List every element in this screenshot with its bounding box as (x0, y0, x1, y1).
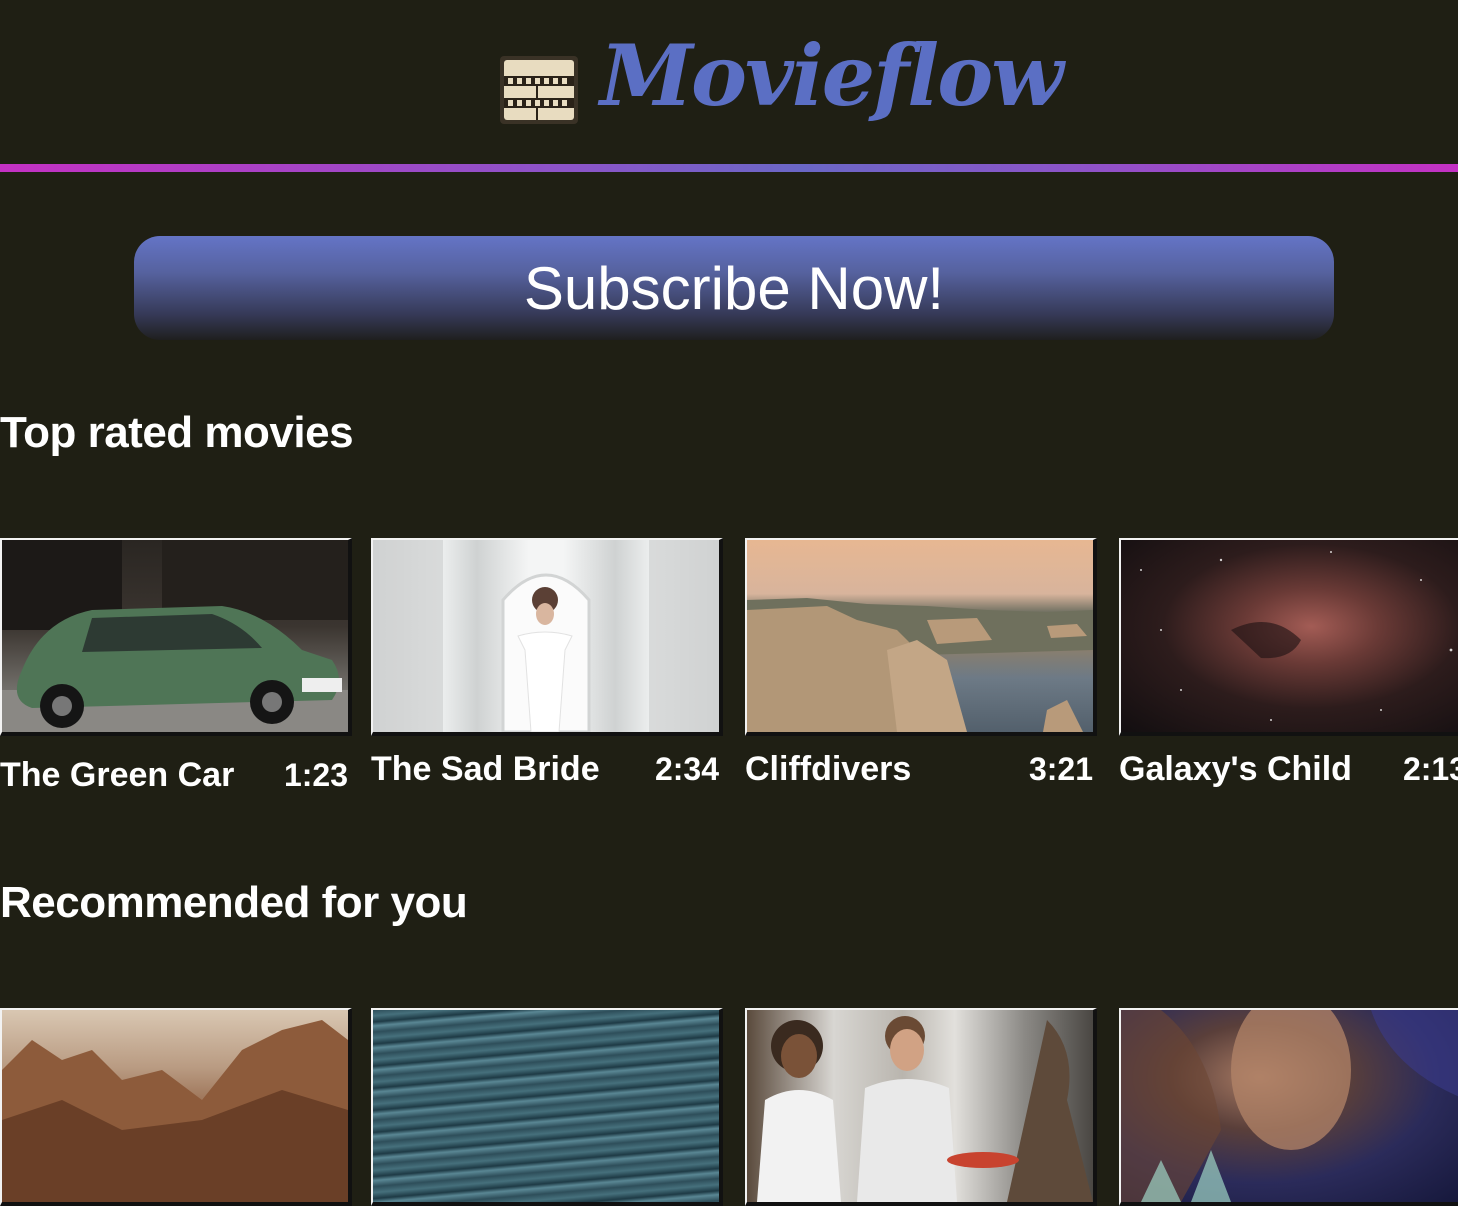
movie-caption: Cliffdivers 3:21 (745, 750, 1093, 789)
movie-card[interactable]: Galaxy's Child 2:13 (1119, 538, 1458, 789)
movie-duration: 3:21 (1028, 751, 1093, 787)
galaxy-thumbnail[interactable] (1119, 538, 1458, 736)
kitchen-thumbnail[interactable] (745, 1008, 1097, 1206)
green-car-thumbnail[interactable] (0, 538, 352, 736)
section-title-recommended: Recommended for you (0, 878, 468, 927)
movie-card[interactable]: The Green Car 1:23 (0, 538, 352, 795)
movie-duration: 1:23 (283, 757, 348, 793)
movie-card[interactable]: Cliffdivers 3:21 (745, 538, 1097, 789)
section-title-top-rated: Top rated movies (0, 408, 354, 457)
cliffs-thumbnail[interactable] (745, 538, 1097, 736)
movie-caption: The Sad Bride 2:34 (371, 750, 719, 789)
portrait-thumbnail[interactable] (1119, 1008, 1458, 1206)
movie-card[interactable] (0, 1008, 352, 1206)
movie-card[interactable] (1119, 1008, 1458, 1206)
movie-title: Galaxy's Child (1119, 750, 1352, 788)
movie-card[interactable] (745, 1008, 1097, 1206)
movie-title: Cliffdivers (745, 750, 912, 788)
rocks-thumbnail[interactable] (0, 1008, 352, 1206)
movie-duration: 2:13 (1402, 751, 1458, 787)
movie-card[interactable]: The Sad Bride 2:34 (371, 538, 723, 789)
movie-title: The Green Car (0, 756, 235, 794)
subscribe-button[interactable]: Subscribe Now! (134, 236, 1334, 340)
header: Movieflow (0, 0, 1458, 164)
film-reel-icon (500, 56, 578, 124)
movie-card[interactable] (371, 1008, 723, 1206)
brand-name[interactable]: Movieflow (600, 26, 1064, 126)
movie-caption: The Green Car 1:23 (0, 756, 348, 795)
movie-duration: 2:34 (654, 751, 719, 787)
movie-title: The Sad Bride (371, 750, 600, 788)
sea-thumbnail[interactable] (371, 1008, 723, 1206)
movie-caption: Galaxy's Child 2:13 (1119, 750, 1458, 789)
bride-thumbnail[interactable] (371, 538, 723, 736)
header-divider (0, 164, 1458, 172)
